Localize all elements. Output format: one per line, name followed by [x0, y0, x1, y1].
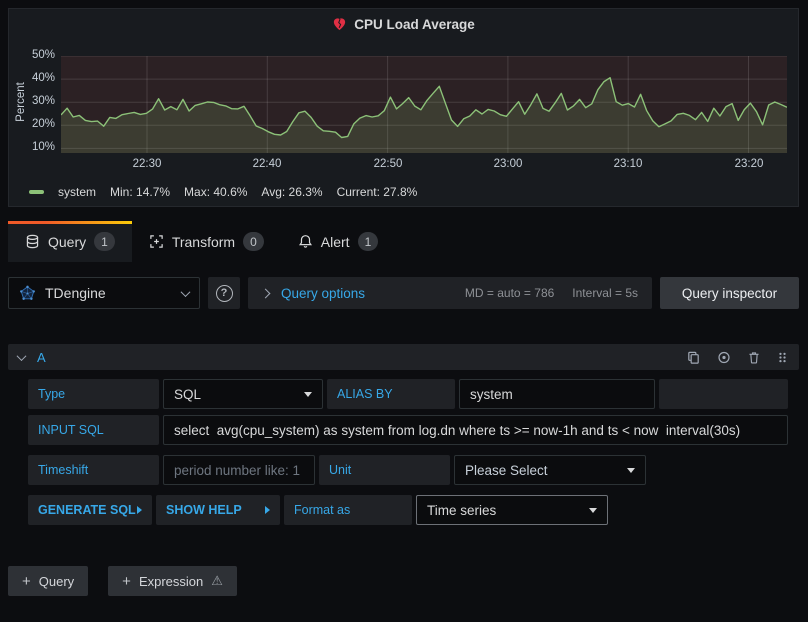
tab-alert[interactable]: Alert 1: [281, 221, 395, 262]
datasource-picker[interactable]: TDengine: [8, 277, 200, 309]
alias-by-input[interactable]: [459, 379, 655, 409]
legend-avg: Avg: 26.3%: [261, 185, 322, 199]
warning-triangle-icon: ⚠: [211, 573, 223, 589]
format-as-label: Format as: [284, 495, 412, 525]
grafana-edit-panel-page: CPU Load Average Percent 50% 40% 30% 20%…: [0, 0, 808, 622]
query-editor: A: [8, 344, 799, 525]
query-options-toggle[interactable]: Query options: [281, 286, 365, 301]
help-button[interactable]: ?: [208, 277, 240, 309]
unit-label: Unit: [319, 455, 450, 485]
x-tick: 23:10: [603, 158, 653, 170]
add-query-button[interactable]: + Query: [8, 566, 88, 596]
chart-legend: system Min: 14.7% Max: 40.6% Avg: 26.3% …: [29, 185, 417, 199]
generate-sql-button[interactable]: GENERATE SQL: [28, 495, 152, 525]
query-options-stats: MD = auto = 786 Interval = 5s: [465, 286, 638, 300]
query-row-header[interactable]: A: [8, 344, 799, 370]
editor-tabbar: Query 1 Transform 0 Alert 1: [8, 221, 395, 262]
plus-icon: +: [22, 573, 31, 590]
chart-area: Percent 50% 40% 30% 20% 10% 22:30 22:40 …: [9, 39, 798, 206]
plus-icon: +: [122, 573, 131, 590]
legend-series-name[interactable]: system: [58, 185, 96, 199]
show-help-label: SHOW HELP: [166, 503, 242, 517]
format-as-value: Time series: [427, 503, 496, 518]
y-tick: 50%: [9, 49, 55, 61]
x-tick: 23:00: [483, 158, 533, 170]
query-toolbar: TDengine ? Query options MD = auto = 786…: [8, 277, 799, 309]
row-filler: [659, 379, 788, 409]
y-tick: 30%: [9, 95, 55, 107]
chevron-right-icon[interactable]: [261, 288, 271, 298]
input-sql-row: INPUT SQL: [28, 415, 788, 445]
caret-down-icon: [589, 508, 597, 513]
y-tick: 40%: [9, 72, 55, 84]
tdengine-logo-icon: [19, 285, 36, 302]
question-mark-icon: ?: [216, 285, 233, 302]
database-icon: [25, 234, 40, 249]
y-tick: 10%: [9, 141, 55, 153]
editor-footer: + Query + Expression ⚠: [8, 566, 237, 596]
tab-query[interactable]: Query 1: [8, 221, 132, 262]
alias-by-label: ALIAS BY: [327, 379, 455, 409]
legend-current: Current: 27.8%: [337, 185, 418, 199]
generate-row: GENERATE SQL SHOW HELP Format as Time se…: [28, 495, 788, 525]
query-row-actions: [686, 350, 789, 365]
timeshift-input[interactable]: [163, 455, 315, 485]
unit-select-value: Please Select: [465, 463, 548, 478]
y-tick: 20%: [9, 118, 55, 130]
type-label: Type: [28, 379, 159, 409]
trash-icon[interactable]: [747, 350, 761, 365]
legend-min: Min: 14.7%: [110, 185, 170, 199]
bell-icon: [298, 234, 313, 249]
type-row: Type SQL ALIAS BY: [28, 379, 788, 409]
tab-transform[interactable]: Transform 0: [132, 221, 281, 262]
caret-right-icon: [137, 506, 142, 514]
tab-query-badge: 1: [94, 232, 115, 251]
tab-transform-label: Transform: [172, 234, 235, 250]
max-data-points-text: MD = auto = 786: [465, 286, 554, 300]
alert-heart-broken-icon: [332, 17, 347, 32]
legend-series-swatch-icon: [29, 190, 44, 194]
duplicate-icon[interactable]: [686, 350, 701, 365]
query-options-bar: Query options MD = auto = 786 Interval =…: [248, 277, 652, 309]
caret-right-icon: [265, 506, 270, 514]
caret-down-icon: [304, 392, 312, 397]
transform-icon: [149, 234, 164, 249]
x-tick: 22:50: [363, 158, 413, 170]
query-ref-id: A: [37, 350, 46, 365]
type-select[interactable]: SQL: [163, 379, 323, 409]
generate-sql-label: GENERATE SQL: [38, 503, 136, 517]
panel-title: CPU Load Average: [354, 17, 475, 32]
datasource-name: TDengine: [45, 285, 173, 301]
add-expression-label: Expression: [139, 574, 203, 589]
x-tick: 22:40: [242, 158, 292, 170]
tab-alert-label: Alert: [321, 234, 350, 250]
input-sql-label: INPUT SQL: [28, 415, 159, 445]
query-inspector-button[interactable]: Query inspector: [660, 277, 799, 309]
chevron-down-icon: [181, 287, 191, 297]
tab-transform-badge: 0: [243, 232, 264, 251]
x-tick: 22:30: [122, 158, 172, 170]
type-select-value: SQL: [174, 387, 201, 402]
collapse-chevron-icon[interactable]: [17, 351, 27, 361]
interval-text: Interval = 5s: [572, 286, 638, 300]
panel-header[interactable]: CPU Load Average: [9, 9, 798, 39]
cpu-chart-plot[interactable]: [61, 56, 787, 153]
add-expression-button[interactable]: + Expression ⚠: [108, 566, 237, 596]
x-tick: 23:20: [724, 158, 774, 170]
input-sql-input[interactable]: [163, 415, 788, 445]
cpu-load-panel: CPU Load Average Percent 50% 40% 30% 20%…: [8, 8, 799, 207]
unit-select[interactable]: Please Select: [454, 455, 646, 485]
add-query-label: Query: [39, 574, 74, 589]
drag-handle-icon[interactable]: [776, 350, 789, 365]
tab-alert-badge: 1: [358, 232, 379, 251]
caret-down-icon: [627, 468, 635, 473]
timeshift-label: Timeshift: [28, 455, 159, 485]
show-help-button[interactable]: SHOW HELP: [156, 495, 280, 525]
timeshift-row: Timeshift Unit Please Select: [28, 455, 788, 485]
format-as-select[interactable]: Time series: [416, 495, 608, 525]
tab-query-label: Query: [48, 234, 86, 250]
legend-max: Max: 40.6%: [184, 185, 247, 199]
eye-icon[interactable]: [716, 350, 732, 365]
